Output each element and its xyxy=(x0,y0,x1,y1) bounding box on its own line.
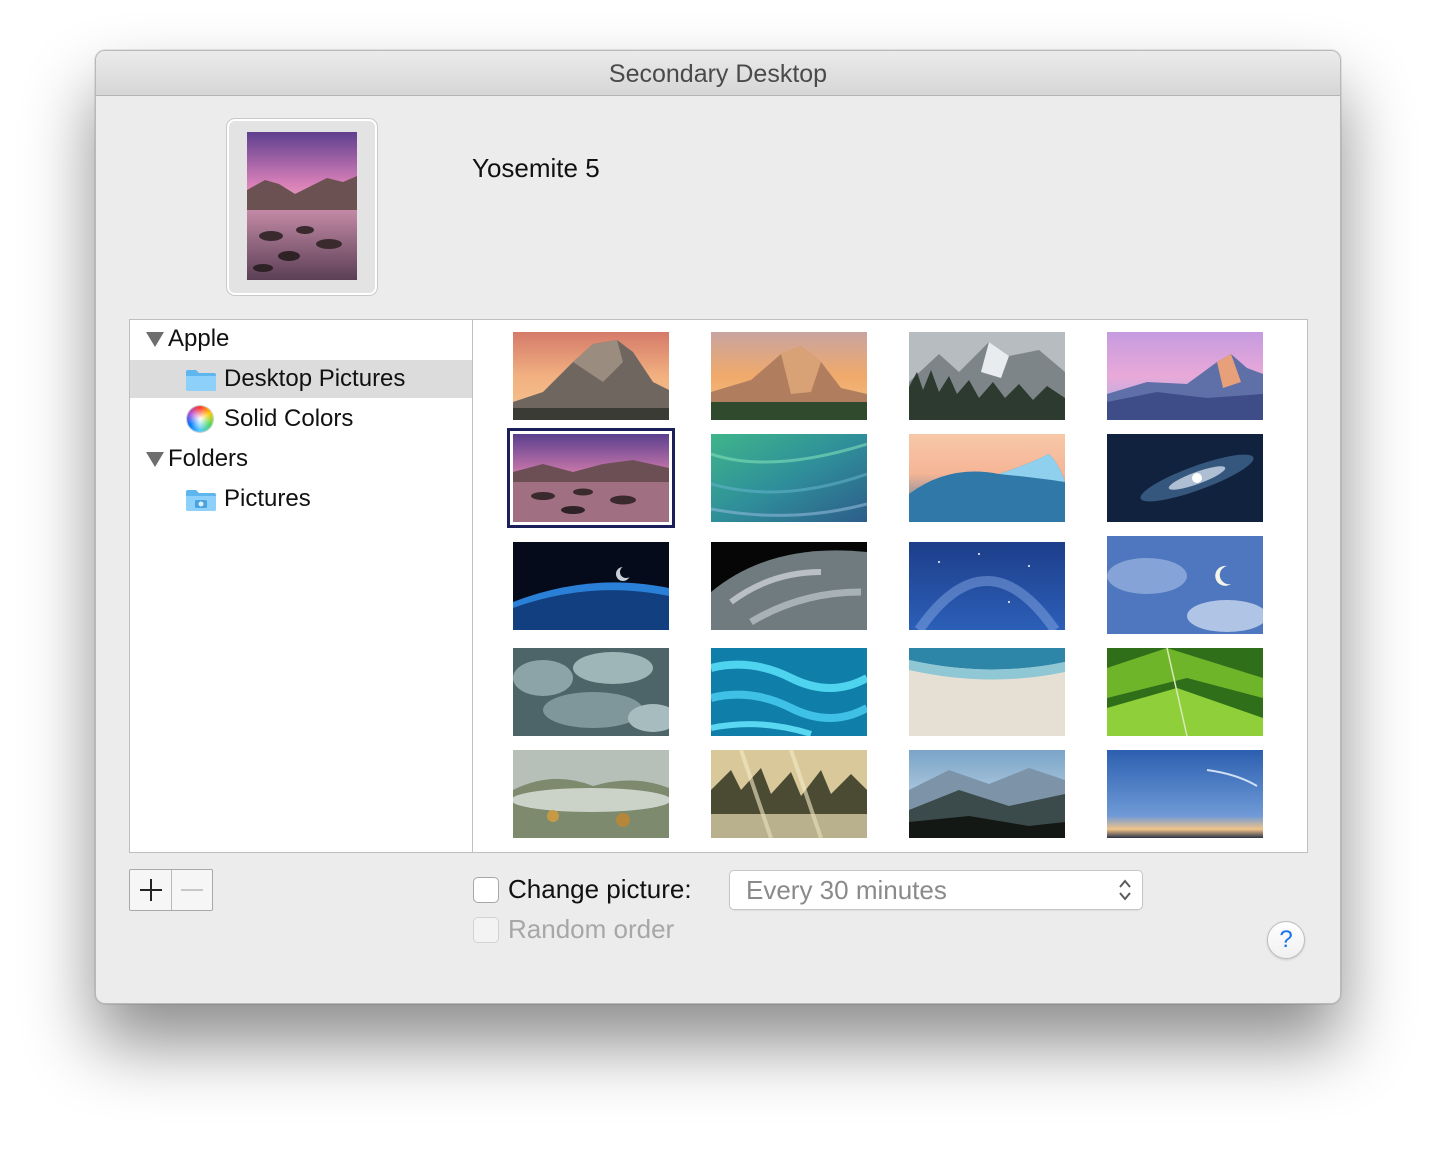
wallpaper-thumbnail[interactable] xyxy=(1107,750,1263,838)
wallpaper-thumbnail[interactable] xyxy=(909,542,1065,630)
change-picture-checkbox[interactable] xyxy=(473,877,499,903)
wallpaper-thumbnail[interactable] xyxy=(513,542,669,630)
change-picture-label: Change picture: xyxy=(508,874,692,904)
source-label: Apple xyxy=(168,325,230,352)
wallpaper-grid[interactable] xyxy=(472,319,1308,853)
source-group-apple[interactable]: Apple xyxy=(130,320,472,358)
wallpaper-thumbnail[interactable] xyxy=(1107,536,1263,634)
pictures-folder-icon xyxy=(186,490,216,511)
disclosure-triangle-icon[interactable] xyxy=(146,452,164,467)
color-wheel-icon xyxy=(187,406,213,432)
random-order-label: Random order xyxy=(508,914,675,944)
up-down-arrows-icon xyxy=(1119,879,1131,901)
wallpaper-thumbnail[interactable] xyxy=(711,434,867,522)
source-item-desktop-pictures[interactable]: Desktop Pictures xyxy=(130,360,472,398)
wallpaper-thumbnail[interactable] xyxy=(1107,434,1263,522)
help-button[interactable]: ? xyxy=(1267,921,1305,959)
source-label: Folders xyxy=(168,445,249,472)
disclosure-triangle-icon[interactable] xyxy=(146,332,164,347)
source-group-folders[interactable]: Folders xyxy=(130,440,472,478)
source-item-solid-colors[interactable]: Solid Colors xyxy=(130,400,472,438)
source-item-pictures[interactable]: Pictures xyxy=(130,480,472,518)
wallpaper-thumbnail[interactable] xyxy=(909,648,1065,736)
add-remove-control xyxy=(129,869,213,911)
window-title: Secondary Desktop xyxy=(96,51,1340,96)
wallpaper-thumbnail[interactable] xyxy=(909,434,1065,522)
wallpaper-thumbnail[interactable] xyxy=(711,332,867,420)
remove-folder-button[interactable] xyxy=(171,870,212,910)
wallpaper-thumbnail[interactable] xyxy=(513,648,669,736)
wallpaper-thumbnail[interactable] xyxy=(513,750,669,838)
interval-select[interactable]: Every 30 minutes xyxy=(729,870,1143,910)
random-order-checkbox[interactable] xyxy=(473,917,499,943)
settings-window: Secondary Desktop Yosemite 5 Apple Deskt… xyxy=(95,50,1341,1004)
wallpaper-thumbnail[interactable] xyxy=(909,332,1065,420)
source-label: Solid Colors xyxy=(224,405,354,432)
wallpaper-thumbnail[interactable] xyxy=(711,648,867,736)
current-picture-preview[interactable] xyxy=(227,119,377,295)
wallpaper-thumbnail[interactable] xyxy=(909,750,1065,838)
folder-icon xyxy=(186,370,216,391)
source-label: Pictures xyxy=(224,485,311,512)
wallpaper-thumbnail[interactable] xyxy=(513,332,669,420)
interval-value: Every 30 minutes xyxy=(746,875,947,905)
wallpaper-thumbnail-selected[interactable] xyxy=(507,428,675,528)
source-list[interactable]: Apple Desktop Pictures Solid Colors Fold… xyxy=(129,319,473,853)
wallpaper-thumbnail[interactable] xyxy=(1107,648,1263,736)
source-label: Desktop Pictures xyxy=(224,365,406,392)
picture-name: Yosemite 5 xyxy=(472,153,600,183)
wallpaper-thumbnail[interactable] xyxy=(1107,332,1263,420)
add-folder-button[interactable] xyxy=(130,870,172,910)
preview-image xyxy=(247,132,357,280)
wallpaper-thumbnail[interactable] xyxy=(711,542,867,630)
wallpaper-thumbnail[interactable] xyxy=(711,750,867,838)
